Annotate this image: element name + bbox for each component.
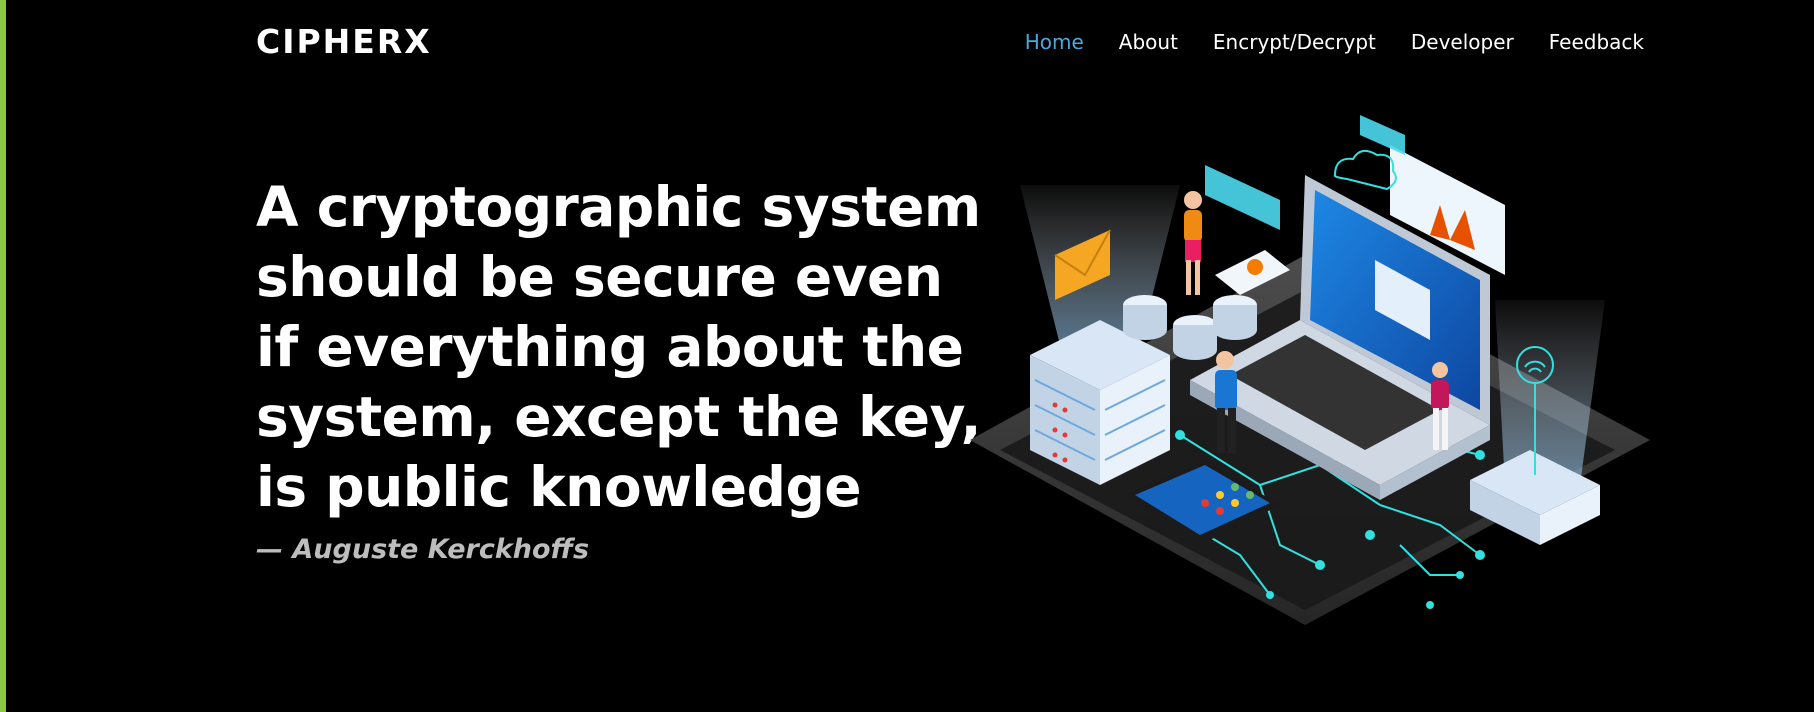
hero-quote-line: system, except the key,: [256, 385, 982, 449]
hero-quote-line: A cryptographic system: [256, 175, 981, 239]
hero-quote-line: is public knowledge: [256, 455, 862, 519]
isometric-cybersecurity-illustration: [970, 115, 1650, 625]
cloud-icon: [1333, 149, 1397, 191]
quote-attribution: — Auguste Kerckhoffs: [256, 534, 590, 565]
brand-logo[interactable]: CIPHERX: [256, 22, 432, 61]
hero-quote-line: if everything about the: [256, 315, 964, 379]
hero-quote-line: should be secure even: [256, 245, 943, 309]
main-nav: Home About Encrypt/Decrypt Developer Fee…: [1025, 30, 1644, 54]
person-standing-on-database: [1184, 191, 1202, 295]
page: CIPHERX Home About Encrypt/Decrypt Devel…: [0, 0, 1814, 712]
left-accent-bar: [0, 0, 6, 712]
nav-developer-link[interactable]: Developer: [1411, 30, 1514, 54]
pie-chart-icon: [1247, 259, 1263, 275]
nav-feedback-link[interactable]: Feedback: [1549, 30, 1644, 54]
floating-panel-top: [1205, 165, 1280, 230]
hero-quote: A cryptographic system should be secure …: [256, 172, 982, 522]
nav-about-link[interactable]: About: [1119, 30, 1178, 54]
server-stack-left: [1030, 320, 1170, 485]
nav-home-link[interactable]: Home: [1025, 30, 1084, 54]
floating-panel-small: [1360, 115, 1405, 155]
nav-encrypt-decrypt-link[interactable]: Encrypt/Decrypt: [1213, 30, 1376, 54]
